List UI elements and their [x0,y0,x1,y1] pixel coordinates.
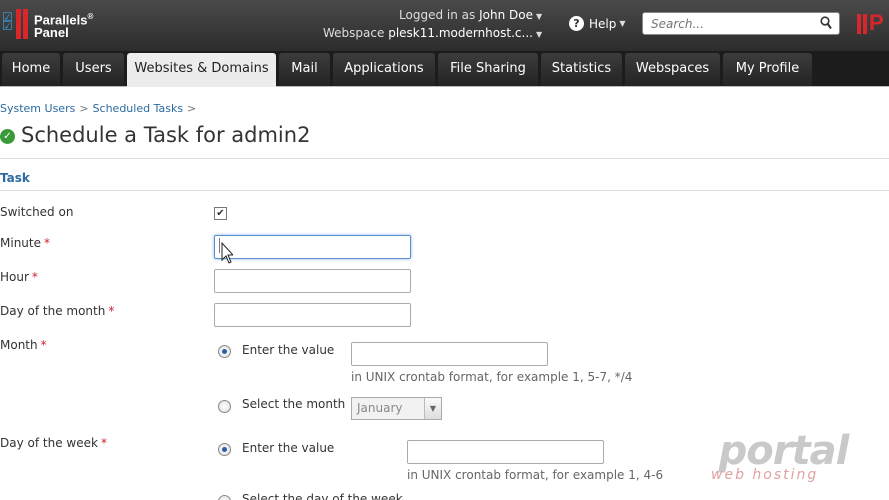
minute-field-wrap [214,235,411,259]
user-name: John Doe [479,8,533,22]
webspace-value: plesk11.modernhost.c... [388,26,533,40]
hour-label: Hour * [0,270,38,284]
month-select-label: Select the month [242,397,346,411]
chevron-down-icon: ▼ [619,19,626,28]
brand-letter: P [869,10,884,35]
month-value-field-wrap [351,342,548,366]
day-of-week-select-radio[interactable] [218,495,231,500]
page-title: ✓ Schedule a Task for admin2 [0,123,310,147]
tab-my-profile[interactable]: My Profile [723,53,812,86]
tab-websites-domains[interactable]: Websites & Domains [127,53,276,87]
minute-label: Minute * [0,236,50,250]
day-of-week-enter-value-radio[interactable] [218,443,231,456]
webspace-label: Webspace [323,26,385,40]
brand-line2: Panel [34,25,69,41]
chevron-down-icon: ▼ [424,398,441,419]
main-nav: Home Users Websites & Domains Mail Appli… [0,51,889,87]
switched-on-label: Switched on [0,205,74,219]
account-info: Logged in as John Doe ▼ Webspace plesk11.… [323,7,542,43]
breadcrumb: System Users > Scheduled Tasks > [0,102,200,115]
webspace-selector[interactable]: plesk11.modernhost.c... ▼ [388,26,542,40]
hour-field[interactable] [215,270,410,292]
tab-home[interactable]: Home [2,53,60,86]
required-mark: * [108,304,115,318]
brand-partial-logo: P [857,10,889,36]
help-icon: ? [569,16,584,31]
breadcrumb-system-users[interactable]: System Users [0,102,75,115]
minute-label-text: Minute [0,236,41,250]
day-of-week-value-field-wrap [407,440,604,464]
day-of-month-label: Day of the month * [0,304,114,318]
parallels-logo[interactable]: ☑ ☑ Parallels® Panel [2,9,93,39]
minute-field[interactable] [215,236,410,258]
logged-in-label: Logged in as [399,8,476,22]
day-of-week-value-field[interactable] [408,441,603,463]
month-value-field[interactable] [352,343,547,365]
chevron-down-icon: ▼ [535,30,543,39]
tab-statistics[interactable]: Statistics [541,53,622,86]
mouse-cursor-icon [219,238,233,264]
day-of-month-field-wrap [214,303,411,327]
breadcrumb-scheduled-tasks[interactable]: Scheduled Tasks [93,102,184,115]
tab-file-sharing[interactable]: File Sharing [438,53,538,86]
required-mark: * [40,338,47,352]
required-mark: * [100,436,107,450]
user-menu[interactable]: John Doe ▼ [479,8,542,22]
day-of-month-label-text: Day of the month [0,304,106,318]
top-bar: ☑ ☑ Parallels® Panel Logged in as John Do… [0,0,889,51]
switched-on-checkbox[interactable]: ✔ [214,207,227,220]
hour-field-wrap [214,269,411,293]
page-title-text: Schedule a Task for admin2 [21,123,311,147]
tab-users[interactable]: Users [63,53,124,86]
divider [0,158,889,159]
day-of-month-field[interactable] [215,304,410,326]
day-of-week-hint: in UNIX crontab format, for example 1, 4… [407,468,664,482]
hour-label-text: Hour [0,270,29,284]
brand-mark: ® [87,12,94,21]
month-select[interactable]: January ▼ [351,397,442,420]
help-label: Help [589,16,617,31]
month-select-value: January [357,401,403,415]
month-label: Month * [0,338,47,352]
month-enter-value-label: Enter the value [242,343,335,357]
check-circle-icon: ✓ [0,129,15,144]
month-select-radio[interactable] [218,400,231,413]
search-icon[interactable] [820,16,832,30]
divider [0,190,889,191]
watermark-line1: portal [718,428,850,474]
month-enter-value-radio[interactable] [218,345,231,358]
portal-watermark-logo: portal web hosting [711,428,850,483]
month-label-text: Month [0,338,38,352]
breadcrumb-separator: > [79,102,89,115]
tab-applications[interactable]: Applications [333,53,435,86]
section-title-task: Task [0,171,30,185]
day-of-week-label: Day of the week * [0,436,107,450]
day-of-week-label-text: Day of the week [0,436,98,450]
tab-mail[interactable]: Mail [279,53,330,86]
month-hint: in UNIX crontab format, for example 1, 5… [351,370,633,384]
required-mark: * [31,270,38,284]
breadcrumb-separator: > [187,102,197,115]
day-of-week-enter-value-label: Enter the value [242,441,335,455]
required-mark: * [44,236,50,250]
chevron-down-icon: ▼ [535,12,543,21]
day-of-week-select-label: Select the day of the week [242,492,403,500]
help-menu[interactable]: ? Help ▼ [569,16,626,31]
watermark-line2: web hosting [711,467,819,483]
tab-webspaces[interactable]: Webspaces [625,53,720,86]
parallels-logo-icon: ☑ ☑ [2,9,32,39]
search-input[interactable] [643,13,813,34]
search-box [642,12,840,35]
